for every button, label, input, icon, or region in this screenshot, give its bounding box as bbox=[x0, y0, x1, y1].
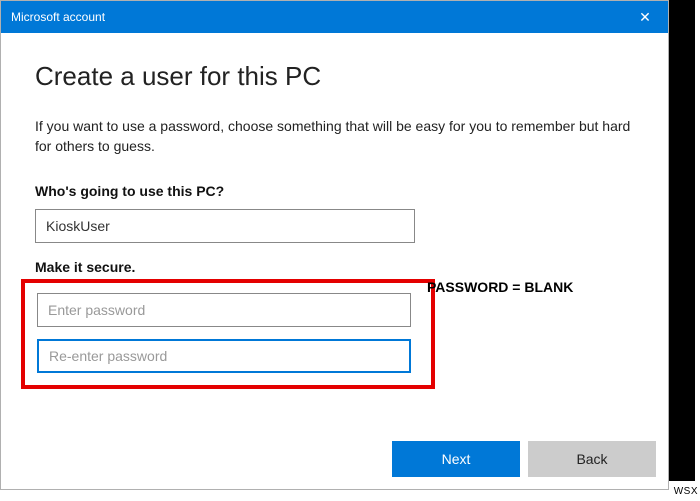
secure-label: Make it secure. bbox=[35, 259, 634, 275]
description-text: If you want to use a password, choose so… bbox=[35, 116, 634, 157]
username-label: Who's going to use this PC? bbox=[35, 183, 634, 199]
close-icon[interactable]: ✕ bbox=[622, 1, 668, 33]
username-block: Who's going to use this PC? bbox=[35, 183, 634, 243]
dialog-window: Microsoft account ✕ Create a user for th… bbox=[0, 0, 669, 490]
next-button[interactable]: Next bbox=[392, 441, 520, 477]
content-area: Create a user for this PC If you want to… bbox=[1, 33, 668, 389]
username-input[interactable] bbox=[35, 209, 415, 243]
page-title: Create a user for this PC bbox=[35, 61, 634, 92]
back-button[interactable]: Back bbox=[528, 441, 656, 477]
annotation-highlight-box bbox=[21, 279, 435, 389]
button-row: Next Back bbox=[392, 441, 656, 477]
titlebar-title: Microsoft account bbox=[11, 10, 105, 24]
titlebar: Microsoft account ✕ bbox=[1, 1, 668, 33]
password-input[interactable] bbox=[37, 293, 411, 327]
reenter-password-input[interactable] bbox=[37, 339, 411, 373]
annotation-text: PASSWORD = BLANK bbox=[427, 279, 573, 295]
right-black-strip bbox=[669, 0, 695, 481]
watermark-text: WSX bbox=[674, 486, 698, 497]
